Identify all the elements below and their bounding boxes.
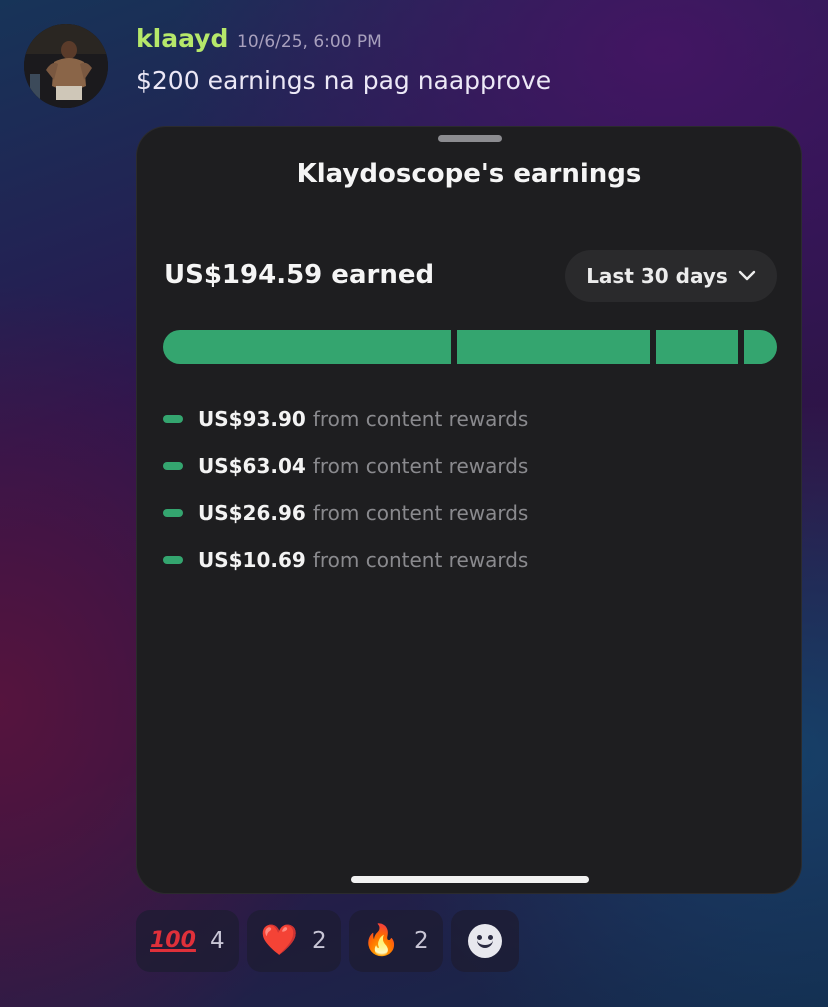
fire-icon: 🔥 — [362, 923, 400, 958]
earnings-bar-segment — [744, 330, 777, 364]
legend-swatch — [163, 555, 183, 564]
earnings-bar-segment — [456, 330, 650, 364]
earnings-breakdown-item: US$63.04 from content rewards — [163, 442, 528, 489]
earnings-stacked-bar — [163, 330, 777, 364]
earnings-bar-segment — [655, 330, 739, 364]
earned-total: US$194.59 earned — [164, 260, 435, 290]
earnings-breakdown-item: US$93.90 from content rewards — [163, 395, 528, 442]
message-timestamp: 10/6/25, 6:00 PM — [237, 32, 382, 52]
breakdown-source: from content rewards — [312, 453, 529, 478]
breakdown-source: from content rewards — [312, 547, 529, 572]
breakdown-source: from content rewards — [312, 406, 529, 431]
breakdown-amount: US$10.69 — [198, 547, 306, 572]
period-select-value: Last 30 days — [586, 264, 728, 288]
avatar[interactable] — [24, 24, 108, 108]
hundred-points-icon: 100 — [150, 928, 196, 953]
legend-swatch — [163, 461, 183, 470]
earnings-title: Klaydoscope's earnings — [296, 159, 642, 189]
message-text: $200 earnings na pag naapprove — [136, 66, 552, 95]
earnings-breakdown-list: US$93.90 from content rewards US$63.04 f… — [163, 395, 528, 583]
home-indicator — [351, 876, 589, 883]
legend-swatch — [163, 414, 183, 423]
breakdown-amount: US$63.04 — [198, 453, 306, 478]
earnings-breakdown-item: US$10.69 from content rewards — [163, 536, 528, 583]
earnings-breakdown-item: US$26.96 from content rewards — [163, 489, 528, 536]
reaction-count: 4 — [209, 928, 225, 954]
breakdown-source: from content rewards — [312, 500, 529, 525]
avatar-image — [24, 24, 108, 108]
sheet-grabber — [438, 135, 502, 142]
reactions-bar: 100 4 ❤️ 2 🔥 2 — [136, 910, 519, 972]
reaction-hundred-points[interactable]: 100 4 — [136, 910, 239, 972]
breakdown-amount: US$93.90 — [198, 406, 306, 431]
breakdown-amount: US$26.96 — [198, 500, 306, 525]
earnings-bar-segment — [163, 330, 451, 364]
add-reaction-icon — [467, 924, 502, 958]
reaction-heart[interactable]: ❤️ 2 — [246, 910, 341, 972]
heart-icon: ❤️ — [260, 923, 298, 958]
legend-swatch — [163, 508, 183, 517]
reaction-count: 2 — [311, 928, 327, 954]
add-reaction-button[interactable] — [450, 910, 519, 972]
author-name[interactable]: klaayd — [136, 24, 228, 53]
reaction-count: 2 — [413, 928, 429, 954]
period-select: Last 30 days — [565, 250, 777, 302]
earnings-screenshot-card[interactable]: Klaydoscope's earnings US$194.59 earned … — [136, 126, 802, 894]
reaction-fire[interactable]: 🔥 2 — [348, 910, 443, 972]
chevron-down-icon — [738, 270, 755, 281]
